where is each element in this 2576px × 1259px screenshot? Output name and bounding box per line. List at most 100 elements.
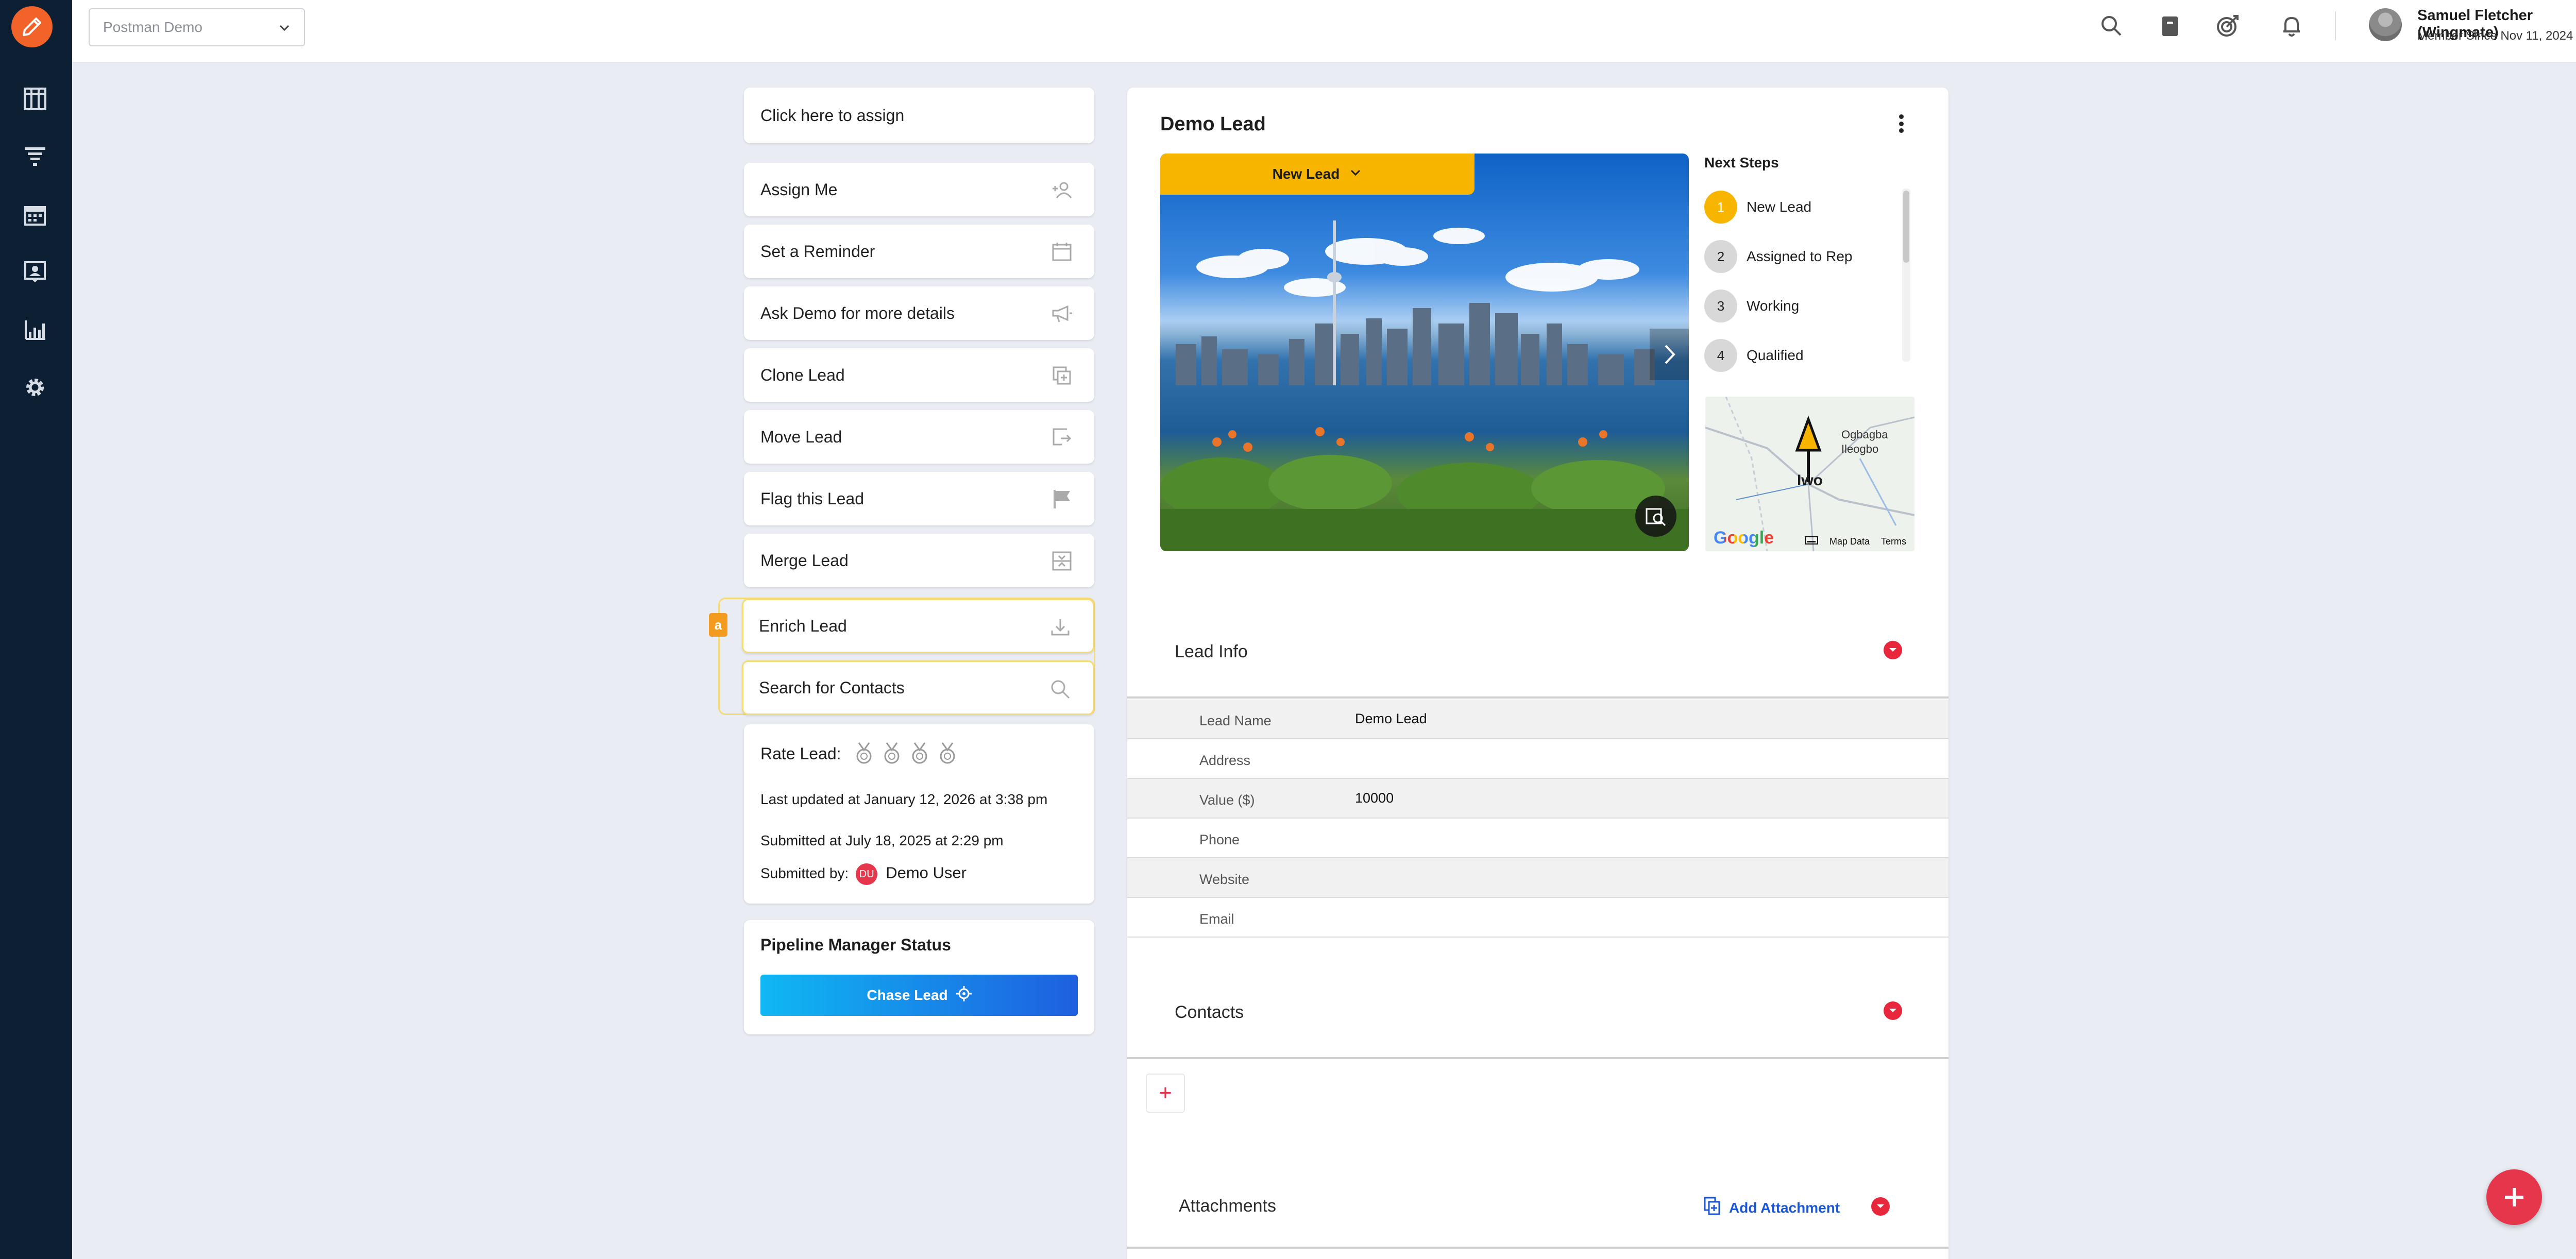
chase-lead-label: Chase Lead — [867, 987, 948, 1003]
search-contacts-button[interactable]: Search for Contacts — [742, 660, 1094, 715]
next-steps-scrollbar[interactable] — [1903, 191, 1909, 263]
action-label: Ask Demo for more details — [760, 303, 955, 322]
more-options-icon[interactable] — [1891, 112, 1911, 135]
map-terms-link[interactable]: Terms — [1881, 536, 1906, 547]
organization-select[interactable]: Postman Demo — [89, 8, 305, 46]
archive-icon[interactable] — [2157, 12, 2183, 39]
set-reminder-button[interactable]: Set a Reminder — [744, 225, 1094, 278]
pipeline-status-title: Pipeline Manager Status — [760, 935, 951, 954]
table-row: Website — [1127, 858, 1948, 898]
step-number: 3 — [1704, 290, 1737, 322]
notification-bell-icon[interactable] — [2278, 12, 2305, 39]
submitted-by-label: Submitted by: — [760, 865, 849, 881]
skyline-illustration — [1160, 220, 1689, 551]
rating-medal-icon[interactable] — [882, 742, 902, 765]
attachment-copy-icon — [1703, 1196, 1721, 1219]
add-contact-button[interactable]: + — [1146, 1074, 1185, 1113]
copy-icon — [1050, 364, 1074, 387]
lead-status-value: New Lead — [1272, 166, 1340, 182]
chevron-down-icon — [1349, 166, 1362, 183]
map-data-link[interactable]: Map Data — [1829, 536, 1870, 547]
lead-detail-panel: Demo Lead New Lead Next Steps 1 New Lead… — [1127, 88, 1948, 1259]
action-label: Set a Reminder — [760, 242, 875, 261]
assign-me-button[interactable]: Assign Me — [744, 163, 1094, 216]
add-new-fab-button[interactable] — [2486, 1169, 2542, 1225]
search-icon[interactable] — [2098, 12, 2125, 39]
pipeline-status-card: Pipeline Manager Status Chase Lead — [744, 920, 1094, 1034]
submitted-at: Submitted at July 18, 2025 at 2:29 pm — [760, 832, 1004, 848]
chevron-right-icon — [1665, 345, 1675, 364]
table-row: Value ($) 10000 — [1127, 779, 1948, 819]
image-search-icon — [1646, 508, 1666, 526]
next-step-item[interactable]: 2 Assigned to Rep — [1704, 240, 1852, 273]
field-value[interactable]: Demo Lead — [1355, 711, 1427, 727]
left-nav-rail — [0, 0, 72, 1259]
section-divider — [1127, 1057, 1948, 1059]
section-divider — [1127, 696, 1948, 699]
last-updated: Last updated at January 12, 2026 at 3:38… — [760, 791, 1048, 807]
app-logo-icon[interactable] — [11, 6, 53, 47]
plus-icon — [2505, 1188, 2523, 1206]
next-step-item[interactable]: 3 Working — [1704, 290, 1799, 322]
step-number: 4 — [1704, 339, 1737, 372]
flag-icon — [1050, 487, 1074, 511]
top-bar: Postman Demo Samuel Fletcher (Wingmate) … — [72, 0, 2576, 63]
field-label: Lead Name — [1199, 713, 1272, 728]
calendar-icon — [1050, 240, 1074, 264]
clone-lead-button[interactable]: Clone Lead — [744, 348, 1094, 402]
settings-gear-icon[interactable] — [21, 373, 49, 402]
table-row: Phone — [1127, 819, 1948, 858]
rating-medal-icon[interactable] — [854, 742, 874, 765]
lead-info-table: Lead Name Demo Lead Address Value ($) 1000… — [1127, 700, 1948, 938]
action-label: Search for Contacts — [759, 678, 905, 697]
enrich-lead-button[interactable]: Enrich Lead — [742, 599, 1094, 653]
field-value[interactable]: 10000 — [1355, 790, 1394, 806]
action-label: Enrich Lead — [759, 616, 847, 635]
funnel-icon[interactable] — [21, 142, 49, 171]
step-label: Assigned to Rep — [1747, 248, 1853, 264]
field-label: Address — [1199, 753, 1251, 768]
ask-for-details-button[interactable]: Ask Demo for more details — [744, 286, 1094, 340]
crosshair-icon — [956, 985, 972, 1005]
chase-lead-button[interactable]: Chase Lead — [760, 975, 1078, 1016]
lead-status-dropdown[interactable]: New Lead — [1160, 154, 1475, 195]
section-divider — [1127, 1247, 1948, 1249]
merge-lead-button[interactable]: Merge Lead — [744, 534, 1094, 587]
map-label-ileogbo: Ileogbo — [1841, 443, 1879, 455]
calendar-icon[interactable] — [21, 201, 49, 230]
action-label: Clone Lead — [760, 365, 845, 384]
target-icon[interactable] — [2214, 12, 2241, 39]
flag-lead-button[interactable]: Flag this Lead — [744, 472, 1094, 525]
collapse-lead-info-icon[interactable] — [1884, 641, 1902, 659]
user-avatar[interactable] — [2369, 8, 2402, 41]
field-label: Email — [1199, 911, 1234, 927]
next-step-item[interactable]: 4 Qualified — [1704, 339, 1804, 372]
move-lead-button[interactable]: Move Lead — [744, 410, 1094, 464]
assign-lead-box[interactable]: Click here to assign — [744, 88, 1094, 143]
analytics-icon[interactable] — [21, 315, 49, 344]
photo-next-button[interactable] — [1650, 329, 1689, 380]
contacts-icon[interactable] — [21, 258, 49, 286]
action-label: Merge Lead — [760, 551, 849, 570]
table-row: Address — [1127, 739, 1948, 779]
lead-meta-card: Rate Lead: Last updated at January 12, 2… — [744, 724, 1094, 904]
photo-gallery-button[interactable] — [1635, 496, 1676, 537]
step-label: Working — [1747, 298, 1800, 314]
step-label: Qualified — [1747, 347, 1804, 363]
add-user-icon — [1050, 178, 1074, 202]
rating-medal-icon[interactable] — [909, 742, 930, 765]
collapse-contacts-icon[interactable] — [1884, 1001, 1902, 1020]
field-label: Value ($) — [1199, 792, 1255, 808]
submitted-by: Submitted by: DU Demo User — [760, 863, 967, 885]
pipeline-board-icon[interactable] — [21, 84, 49, 113]
organization-select-value: Postman Demo — [103, 19, 202, 35]
add-attachment-button[interactable]: Add Attachment — [1703, 1196, 1840, 1219]
lead-location-map[interactable]: Ogbagba Ileogbo Iwo Google Map Data Terms — [1705, 397, 1914, 551]
rating-medal-icon[interactable] — [937, 742, 958, 765]
collapse-attachments-icon[interactable] — [1871, 1197, 1890, 1216]
submitter-name[interactable]: Demo User — [886, 863, 967, 881]
assign-lead-label: Click here to assign — [760, 106, 905, 125]
keyboard-icon[interactable] — [1804, 536, 1818, 547]
next-step-item[interactable]: 1 New Lead — [1704, 191, 1811, 224]
megaphone-icon — [1050, 302, 1074, 326]
